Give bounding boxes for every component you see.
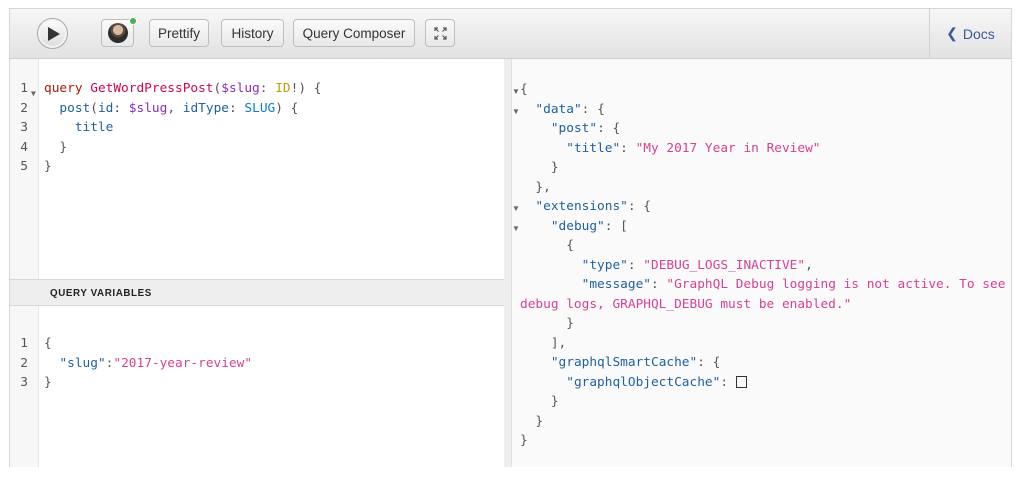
expand-icon (433, 26, 447, 40)
play-icon (48, 26, 60, 41)
result-line: "extensions": { (535, 199, 651, 214)
execute-query-button[interactable] (37, 18, 68, 49)
line-number: 2 (20, 355, 28, 371)
query-composer-button[interactable]: Query Composer (293, 19, 415, 47)
pane-divider[interactable] (504, 59, 511, 467)
history-button[interactable]: History (221, 19, 284, 47)
line-number: 3 (20, 375, 28, 390)
line-number: 1 (20, 81, 28, 96)
result-pane: ▼{▼ "data": { "post": { "title": "My 201… (511, 59, 1011, 467)
toolbar: Prettify History Query Composer ❮ Docs (10, 9, 1011, 59)
fold-arrow-icon[interactable]: ▼ (512, 204, 520, 213)
variables-line: { (44, 336, 52, 351)
result-line: "type": "DEBUG_LOGS_INACTIVE", (581, 257, 813, 273)
result-line: } (566, 316, 574, 331)
docs-label: Docs (962, 25, 995, 42)
query-editor[interactable]: 1 ▼ 2 3 4 5 query GetWordPressPost($slug… (10, 59, 504, 279)
result-line: "post": { (550, 121, 621, 136)
query-line: title (44, 120, 114, 135)
result-line: debug logs, GRAPHQL_DEBUG must be enable… (520, 296, 852, 312)
result-line: { (520, 82, 528, 97)
line-number: 4 (20, 139, 28, 155)
docs-button[interactable]: ❮ Docs (929, 9, 1011, 58)
result-line: "message": "GraphQL Debug logging is not… (581, 277, 1006, 292)
variables-editor[interactable]: 1 2 3 { "slug":"2017-year-review" } (10, 306, 504, 467)
fold-arrow-icon[interactable]: ▼ (512, 87, 520, 96)
chevron-left-icon: ❮ (946, 25, 958, 41)
result-line: }, (535, 179, 551, 195)
fold-arrow-icon[interactable]: ▼ (512, 224, 520, 233)
query-line: query GetWordPressPost($slug: ID!) { (44, 81, 322, 96)
result-line: "data": { (535, 101, 605, 117)
line-number: 1 (20, 336, 28, 351)
line-number: 2 (20, 100, 28, 116)
query-line: } (44, 159, 52, 174)
fullscreen-button[interactable] (425, 19, 455, 47)
result-line: } (550, 160, 559, 175)
result-line: "graphqlObjectCache": (520, 375, 747, 390)
online-status-icon (129, 17, 137, 25)
result-line: ], (550, 335, 567, 351)
query-variables-header[interactable]: QUERY VARIABLES (10, 279, 504, 306)
graphiql-app: Prettify History Query Composer ❮ Docs 1… (9, 8, 1012, 467)
fold-arrow-icon[interactable]: ▼ (512, 107, 520, 116)
empty-array-box-icon (735, 375, 747, 388)
result-line: "graphqlSmartCache": { (550, 355, 721, 370)
result-line: "title": "My 2017 Year in Review" (566, 140, 821, 156)
line-number: 3 (20, 120, 28, 135)
line-number: 5 (20, 159, 28, 174)
result-line: } (520, 433, 528, 448)
avatar (107, 23, 128, 43)
prettify-button[interactable]: Prettify (149, 19, 209, 47)
result-line: { (566, 238, 574, 253)
result-line: } (535, 413, 544, 429)
variables-line: } (44, 375, 52, 390)
query-line: post(id: $slug, idType: SLUG) { (44, 100, 299, 116)
result-line: "debug": [ (550, 218, 628, 234)
result-line: } (550, 394, 559, 409)
query-line: } (44, 139, 68, 155)
fold-arrow-icon[interactable]: ▼ (31, 84, 36, 104)
variables-line: "slug":"2017-year-review" (59, 355, 253, 371)
